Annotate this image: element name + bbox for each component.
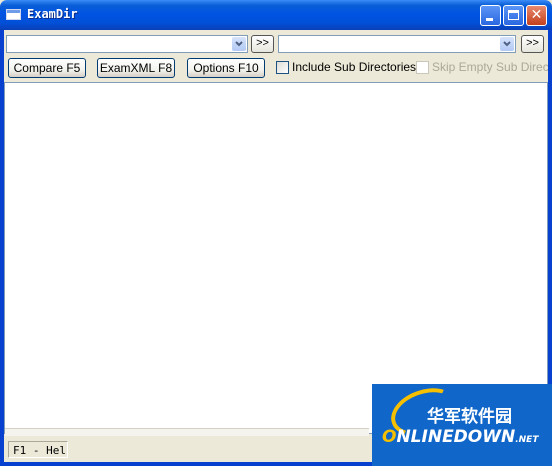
options-button[interactable]: Options F10: [187, 58, 265, 78]
minimize-button[interactable]: [480, 5, 501, 26]
maximize-button[interactable]: [503, 5, 524, 26]
watermark-en-main: NLINEDOWN: [396, 427, 516, 447]
horizontal-scrollbar[interactable]: [5, 428, 369, 436]
status-text: F1 - Help: [13, 444, 67, 457]
watermark-logo: 华军软件园 ONLINEDOWN.NET: [372, 384, 552, 466]
chevron-down-icon[interactable]: [232, 37, 246, 51]
watermark-en-suffix: .NET: [515, 435, 539, 445]
window-title: ExamDir: [27, 7, 78, 21]
watermark-en-prefix: O: [382, 427, 397, 447]
compare-button[interactable]: Compare F5: [8, 58, 86, 78]
include-subdirs-checkbox[interactable]: [276, 61, 289, 74]
watermark-cn-text: 华军软件园: [427, 407, 512, 427]
close-icon: ✕: [530, 7, 543, 23]
include-subdirs-label[interactable]: Include Sub Directories: [292, 60, 416, 74]
examxml-button[interactable]: ExamXML F8: [97, 58, 175, 78]
left-go-button[interactable]: >>: [251, 35, 274, 53]
app-icon: [6, 9, 21, 20]
right-go-button[interactable]: >>: [521, 35, 544, 53]
skip-empty-label[interactable]: Skip Empty Sub Directories: [432, 60, 548, 74]
minimize-icon: [486, 18, 493, 21]
skip-empty-checkbox[interactable]: [416, 61, 429, 74]
title-bar[interactable]: ExamDir ✕: [0, 0, 552, 30]
status-pane: F1 - Help: [8, 441, 68, 458]
close-button[interactable]: ✕: [526, 5, 547, 26]
left-path-combo[interactable]: [6, 35, 248, 53]
right-path-combo[interactable]: [278, 35, 516, 53]
comparison-list[interactable]: [4, 82, 548, 434]
watermark-en-text: ONLINEDOWN.NET: [382, 427, 538, 447]
chevron-down-icon[interactable]: [500, 37, 514, 51]
maximize-icon: [508, 10, 519, 20]
